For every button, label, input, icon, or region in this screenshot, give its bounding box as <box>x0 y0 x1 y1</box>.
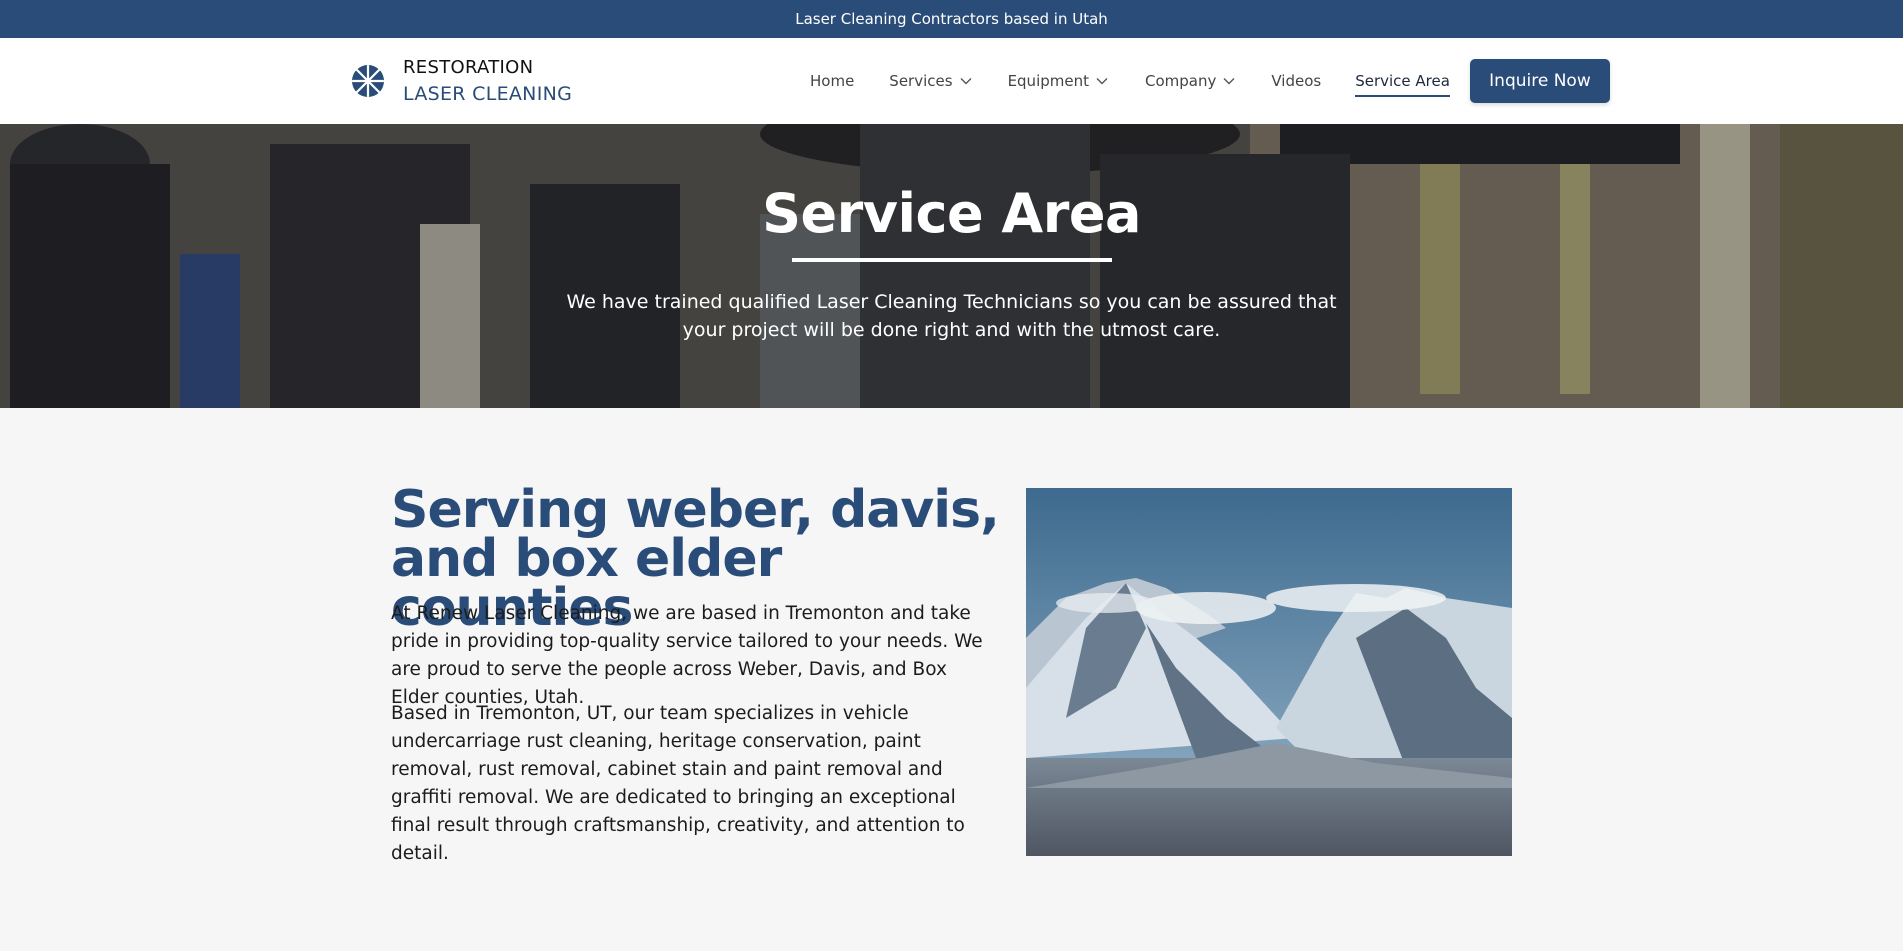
nav-equipment[interactable]: Equipment <box>1008 72 1108 90</box>
nav-company[interactable]: Company <box>1145 72 1235 90</box>
nav-videos-label: Videos <box>1271 72 1322 90</box>
nav-equipment-label: Equipment <box>1007 72 1089 90</box>
chevron-down-icon <box>1096 78 1108 85</box>
hero-banner: Service Area We have trained qualified L… <box>0 124 1903 408</box>
site-logo[interactable]: RESTORATION LASER CLEANING <box>350 52 572 110</box>
intro-paragraph: At Renew Laser Cleaning, we are based in… <box>391 603 983 708</box>
hero-overlay <box>0 124 1903 408</box>
nav-services[interactable]: Services <box>889 72 972 90</box>
logo-wordmark: RESTORATION LASER CLEANING <box>403 55 572 107</box>
nav-company-label: Company <box>1145 72 1217 90</box>
mountain-landscape-image <box>1026 488 1512 856</box>
nav-service-area-label: Service Area <box>1355 72 1450 90</box>
inquire-now-button[interactable]: Inquire Now <box>1469 59 1610 103</box>
main-navigation: Home Services Equipment Company Videos S… <box>810 38 1610 124</box>
services-paragraph: Based in Tremonton, UT, our team special… <box>391 703 965 864</box>
logo-line-1: RESTORATION <box>403 57 534 78</box>
hero-title-underline <box>792 258 1112 262</box>
announcement-text: Laser Cleaning Contractors based in Utah <box>795 10 1108 28</box>
announcement-bar: Laser Cleaning Contractors based in Utah <box>0 0 1903 38</box>
mountain-landscape-illustration <box>1026 488 1512 856</box>
nav-services-label: Services <box>889 72 953 90</box>
laser-burst-logo-icon <box>351 64 385 98</box>
nav-videos[interactable]: Videos <box>1271 72 1321 90</box>
logo-line-2: LASER CLEANING <box>403 83 573 105</box>
chevron-down-icon <box>1223 78 1235 85</box>
hero-subtitle: We have trained qualified Laser Cleaning… <box>566 291 1337 341</box>
nav-home[interactable]: Home <box>810 72 854 90</box>
nav-home-label: Home <box>810 72 855 90</box>
site-header: RESTORATION LASER CLEANING Home Services… <box>0 38 1903 124</box>
hero-title: Service Area <box>762 182 1141 245</box>
nav-service-area[interactable]: Service Area <box>1355 72 1450 97</box>
chevron-down-icon <box>960 78 972 85</box>
